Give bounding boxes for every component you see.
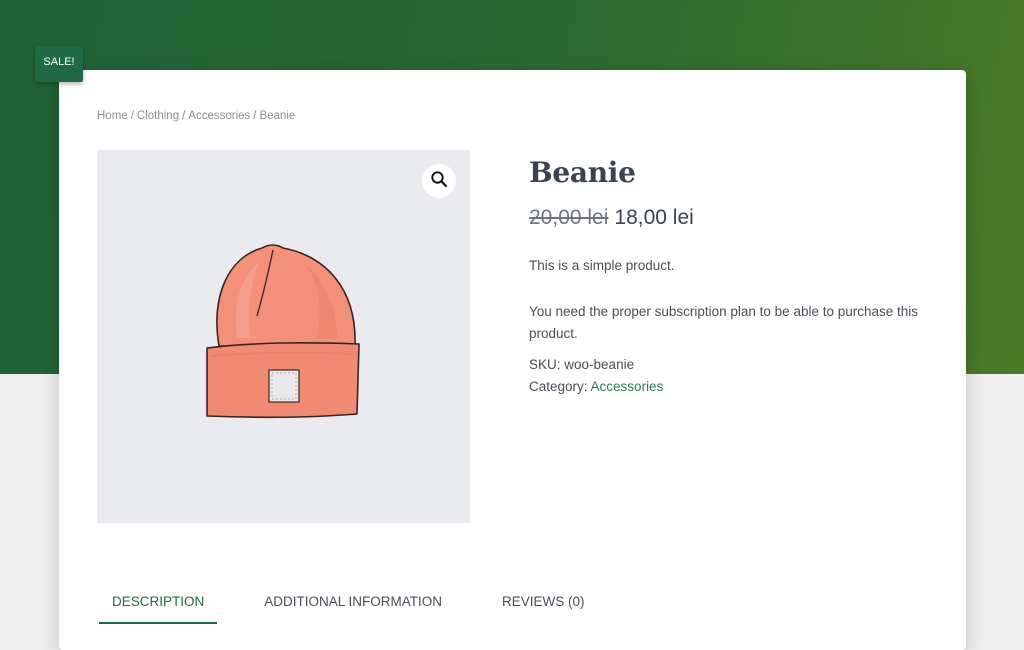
product-card: Home / Clothing / Accessories / Beanie B… — [59, 70, 966, 650]
breadcrumb-accessories-link[interactable]: Accessories — [188, 110, 250, 122]
magnifier-icon — [430, 170, 448, 193]
product-meta: SKU: woo-beanie Category: Accessories — [529, 354, 929, 398]
product-tabs: DESCRIPTION ADDITIONAL INFORMATION REVIE… — [99, 582, 632, 626]
sku-value: woo-beanie — [564, 357, 635, 372]
zoom-button[interactable] — [422, 164, 456, 198]
product-summary: Beanie 20,00 lei 18,00 lei This is a simp… — [529, 150, 929, 398]
short-description: This is a simple product. — [529, 258, 675, 273]
tab-additional-information[interactable]: ADDITIONAL INFORMATION — [251, 582, 455, 622]
breadcrumb-home-link[interactable]: Home — [97, 110, 128, 122]
sale-badge: SALE! — [35, 46, 83, 82]
breadcrumb-separator: / — [130, 110, 134, 122]
regular-price: 20,00 lei — [529, 206, 609, 229]
product-gallery[interactable] — [97, 150, 470, 523]
product-title: Beanie — [529, 156, 636, 189]
category-row: Category: Accessories — [529, 376, 929, 398]
product-price: 20,00 lei 18,00 lei — [529, 206, 929, 230]
sale-price: 18,00 lei — [614, 206, 694, 229]
sku-label: SKU: — [529, 357, 561, 372]
breadcrumb-separator: / — [253, 110, 257, 122]
breadcrumb-separator: / — [182, 110, 186, 122]
subscription-notice: You need the proper subscription plan to… — [529, 304, 919, 341]
category-link[interactable]: Accessories — [591, 379, 664, 394]
sku-row: SKU: woo-beanie — [529, 354, 929, 376]
category-label: Category: — [529, 379, 588, 394]
tab-description[interactable]: DESCRIPTION — [99, 582, 218, 624]
breadcrumb-current: Beanie — [259, 110, 296, 122]
breadcrumb: Home / Clothing / Accessories / Beanie — [97, 110, 295, 122]
beanie-image — [206, 244, 360, 419]
tab-reviews[interactable]: REVIEWS (0) — [489, 582, 598, 622]
breadcrumb-clothing-link[interactable]: Clothing — [137, 110, 179, 122]
